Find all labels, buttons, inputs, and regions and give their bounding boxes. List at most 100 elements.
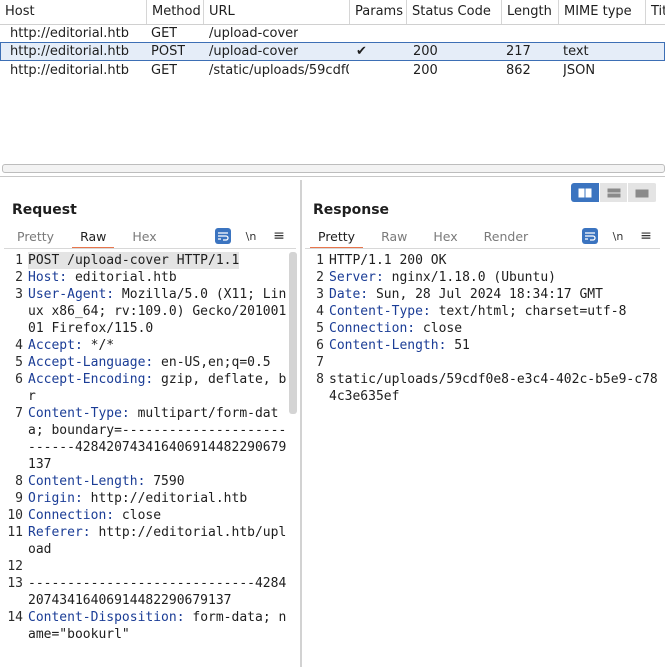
tab-render[interactable]: Render <box>476 226 537 248</box>
stacked-layout-button[interactable] <box>599 183 628 202</box>
wrap-lines-icon[interactable] <box>215 228 231 244</box>
line-content: User-Agent: Mozilla/5.0 (X11; Linux x86_… <box>28 286 288 337</box>
line-content: Accept-Encoding: gzip, deflate, br <box>28 371 288 405</box>
code-line: 11 Referer: http://editorial.htb/upload <box>4 524 288 558</box>
header-value: 51 <box>446 338 470 353</box>
tab-underline <box>4 248 296 249</box>
cell-status: 200 <box>413 63 438 78</box>
line-content: Content-Type: multipart/form-data; bound… <box>28 405 288 473</box>
line-content: Content-Type: text/html; charset=utf-8 <box>329 303 626 320</box>
cell-host: http://editorial.htb <box>10 26 129 41</box>
code-line: 6 Accept-Encoding: gzip, deflate, br <box>4 371 288 405</box>
tab-hex[interactable]: Hex <box>124 226 164 248</box>
line-content: Host: editorial.htb <box>28 269 177 286</box>
header-value: nginx/1.18.0 (Ubuntu) <box>383 270 556 285</box>
tab-pretty[interactable]: Pretty <box>310 226 364 249</box>
pane-divider[interactable] <box>300 180 302 667</box>
code-line: 13 -----------------------------428420743… <box>4 575 288 609</box>
header-value: Sun, 28 Jul 2024 18:34:17 GMT <box>368 287 603 302</box>
response-editor[interactable]: 1 HTTP/1.1 200 OK 2 Server: nginx/1.18.0 (U… <box>305 252 660 405</box>
tab-pretty[interactable]: Pretty <box>9 226 62 248</box>
line-content: Date: Sun, 28 Jul 2024 18:34:17 GMT <box>329 286 603 303</box>
line-content: -----------------------------42842074341… <box>28 575 288 609</box>
code-line: 9 Origin: http://editorial.htb <box>4 490 288 507</box>
column-header-title[interactable]: Title <box>646 0 665 24</box>
line-content: Connection: close <box>28 507 161 524</box>
line-number: 7 <box>316 355 324 370</box>
header-value: http://editorial.htb <box>82 491 248 506</box>
cell-mime: JSON <box>563 63 596 78</box>
line-content: Referer: http://editorial.htb/upload <box>28 524 288 558</box>
table-header: Host Method URL Params Status Code Lengt… <box>0 0 665 25</box>
line-number: 2 <box>316 270 324 285</box>
newline-toggle-icon[interactable]: \n <box>243 228 259 244</box>
request-tabs: Pretty Raw Hex <box>9 226 165 249</box>
code-line: 7​ <box>305 354 660 371</box>
code-line: 8 static/uploads/59cdf0e8-e3c4-402c-b5e9-… <box>305 371 660 405</box>
header-name: User-Agent: <box>28 287 115 302</box>
line-number: 5 <box>316 321 324 336</box>
tab-raw[interactable]: Raw <box>373 226 415 248</box>
horizontal-scrollbar[interactable] <box>2 164 665 173</box>
menu-icon[interactable]: ≡ <box>271 228 287 244</box>
line-content: Server: nginx/1.18.0 (Ubuntu) <box>329 269 556 286</box>
column-header-host[interactable]: Host <box>0 0 147 24</box>
line-number: 1 <box>316 253 324 268</box>
code-line: 1 HTTP/1.1 200 OK <box>305 252 660 269</box>
code-line: 2 Host: editorial.htb <box>4 269 288 286</box>
header-value: close <box>114 508 162 523</box>
side-by-side-layout-button[interactable] <box>571 183 599 202</box>
tabbed-layout-button[interactable] <box>628 183 657 202</box>
table-row-selected[interactable]: http://editorial.htb POST /upload-cover … <box>0 42 665 61</box>
request-vertical-scrollbar[interactable] <box>289 252 297 414</box>
tab-underline <box>305 248 660 249</box>
tabs-icon <box>635 189 649 197</box>
layout-toggle-group <box>571 183 657 202</box>
header-value: -----------------------------42842074341… <box>28 576 287 608</box>
column-header-params[interactable]: Params <box>350 0 407 24</box>
code-line: 1 POST /upload-cover HTTP/1.1 <box>4 252 288 269</box>
header-name: Content-Disposition: <box>28 610 185 625</box>
line-number: 3 <box>316 287 324 302</box>
header-value: 7590 <box>145 474 185 489</box>
column-header-url[interactable]: URL <box>204 0 350 24</box>
request-title: Request <box>12 202 77 218</box>
column-header-status-code[interactable]: Status Code <box>407 0 502 24</box>
table-row[interactable]: http://editorial.htb GET /static/uploads… <box>0 61 665 80</box>
line-content: Accept: */* <box>28 337 114 354</box>
header-value: en-US,en;q=0.5 <box>153 355 271 370</box>
newline-toggle-icon[interactable]: \n <box>610 228 626 244</box>
line-content: Connection: close <box>329 320 462 337</box>
tab-hex[interactable]: Hex <box>425 226 465 248</box>
line-content: Content-Disposition: form-data; name="bo… <box>28 609 288 643</box>
cell-url: /upload-cover <box>209 44 299 59</box>
code-line: 12​ <box>4 558 288 575</box>
header-value: static/uploads/59cdf0e8-e3c4-402c-b5e9-c… <box>329 372 658 404</box>
cell-host: http://editorial.htb <box>10 44 129 59</box>
code-line: 4 Accept: */* <box>4 337 288 354</box>
line-content: static/uploads/59cdf0e8-e3c4-402c-b5e9-c… <box>329 371 660 405</box>
code-line: 2 Server: nginx/1.18.0 (Ubuntu) <box>305 269 660 286</box>
table-row[interactable]: http://editorial.htb GET /upload-cover <box>0 24 665 43</box>
column-header-length[interactable]: Length <box>502 0 559 24</box>
column-header-method[interactable]: Method <box>147 0 204 24</box>
line-number: 12 <box>7 559 23 574</box>
http-history-table: Host Method URL Params Status Code Lengt… <box>0 0 665 177</box>
code-line: 3 User-Agent: Mozilla/5.0 (X11; Linux x86… <box>4 286 288 337</box>
columns-icon <box>578 188 592 197</box>
line-number: 10 <box>7 508 23 523</box>
header-value: HTTP/1.1 200 OK <box>329 253 447 268</box>
cell-url: /static/uploads/59cdf0... <box>209 63 349 78</box>
menu-icon[interactable]: ≡ <box>638 228 654 244</box>
header-name: Accept-Language: <box>28 355 154 370</box>
tab-raw[interactable]: Raw <box>72 226 115 249</box>
column-header-mime-type[interactable]: MIME type <box>559 0 646 24</box>
request-editor[interactable]: 1 POST /upload-cover HTTP/1.1 2 Host: edito… <box>4 252 288 643</box>
header-name: Host: <box>28 270 68 285</box>
line-number: 4 <box>15 338 23 353</box>
params-check-icon: ✔ <box>356 44 367 59</box>
wrap-lines-icon[interactable] <box>582 228 598 244</box>
cell-mime: text <box>563 44 589 59</box>
line-number: 4 <box>316 304 324 319</box>
response-tabs: Pretty Raw Hex Render <box>310 226 537 249</box>
